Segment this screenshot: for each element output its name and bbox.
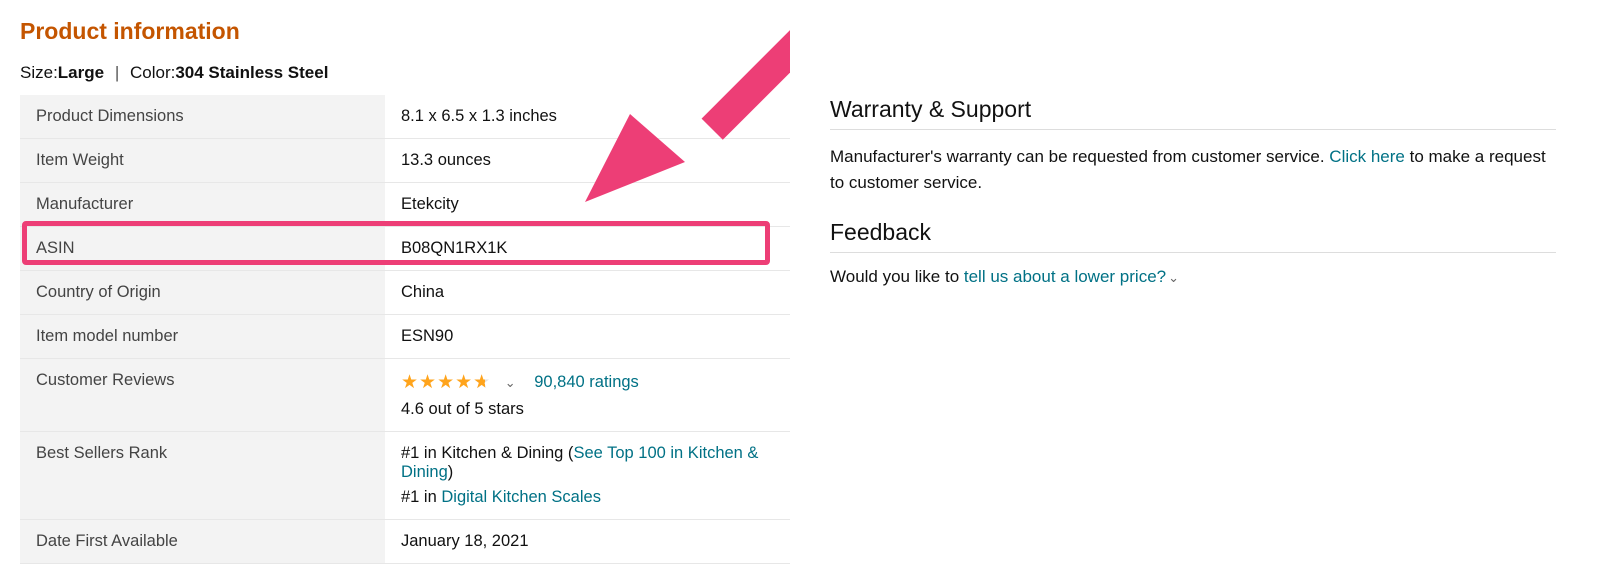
row-value: 8.1 x 6.5 x 1.3 inches (385, 95, 790, 139)
row-item-weight: Item Weight 13.3 ounces (20, 139, 790, 183)
bsr-line1-prefix: #1 in Kitchen & Dining ( (401, 444, 573, 462)
row-value: China (385, 271, 790, 315)
color-label: Color: (130, 63, 175, 82)
rating-summary: 4.6 out of 5 stars (401, 400, 774, 419)
bsr-line2-prefix: #1 in (401, 488, 441, 506)
row-label: ASIN (20, 227, 385, 271)
row-country-of-origin: Country of Origin China (20, 271, 790, 315)
row-best-sellers-rank: Best Sellers Rank #1 in Kitchen & Dining… (20, 432, 790, 520)
row-asin: ASIN B08QN1RX1K (20, 227, 790, 271)
ratings-count-link[interactable]: 90,840 ratings (534, 373, 639, 392)
chevron-down-icon[interactable]: ⌄ (1168, 270, 1179, 285)
feedback-heading: Feedback (830, 219, 1556, 252)
row-label: Product Dimensions (20, 95, 385, 139)
spec-table: Product Dimensions 8.1 x 6.5 x 1.3 inche… (20, 95, 790, 564)
section-heading: Product information (20, 18, 790, 45)
warranty-heading: Warranty & Support (830, 96, 1556, 129)
size-value: Large (58, 63, 104, 82)
row-date-first-available: Date First Available January 18, 2021 (20, 520, 790, 564)
row-product-dimensions: Product Dimensions 8.1 x 6.5 x 1.3 inche… (20, 95, 790, 139)
row-value: 13.3 ounces (385, 139, 790, 183)
row-manufacturer: Manufacturer Etekcity (20, 183, 790, 227)
row-label: Item model number (20, 315, 385, 359)
row-label: Country of Origin (20, 271, 385, 315)
row-label: Customer Reviews (20, 359, 385, 432)
bsr-line1-suffix: ) (448, 463, 454, 481)
row-value: Etekcity (385, 183, 790, 227)
row-label: Date First Available (20, 520, 385, 564)
chevron-down-icon[interactable]: ⌄ (505, 375, 516, 391)
row-label: Manufacturer (20, 183, 385, 227)
variant-summary: Size:Large | Color:304 Stainless Steel (20, 63, 790, 83)
star-rating-icon[interactable]: ★★★★★★ (401, 371, 492, 394)
feedback-prompt-prefix: Would you like to (830, 267, 964, 286)
row-value: January 18, 2021 (385, 520, 790, 564)
warranty-text: Manufacturer's warranty can be requested… (830, 144, 1556, 195)
row-item-model-number: Item model number ESN90 (20, 315, 790, 359)
row-value: ESN90 (385, 315, 790, 359)
row-customer-reviews: Customer Reviews ★★★★★★ ⌄ 90,840 ratings… (20, 359, 790, 432)
warranty-click-here-link[interactable]: Click here (1329, 147, 1405, 166)
row-label: Best Sellers Rank (20, 432, 385, 520)
row-label: Item Weight (20, 139, 385, 183)
variant-separator: | (115, 63, 119, 82)
row-value: B08QN1RX1K (385, 227, 790, 271)
color-value: 304 Stainless Steel (175, 63, 328, 82)
bsr-category-link[interactable]: Digital Kitchen Scales (441, 488, 601, 506)
size-label: Size: (20, 63, 58, 82)
lower-price-link[interactable]: tell us about a lower price? (964, 267, 1166, 286)
warranty-text-prefix: Manufacturer's warranty can be requested… (830, 147, 1329, 166)
